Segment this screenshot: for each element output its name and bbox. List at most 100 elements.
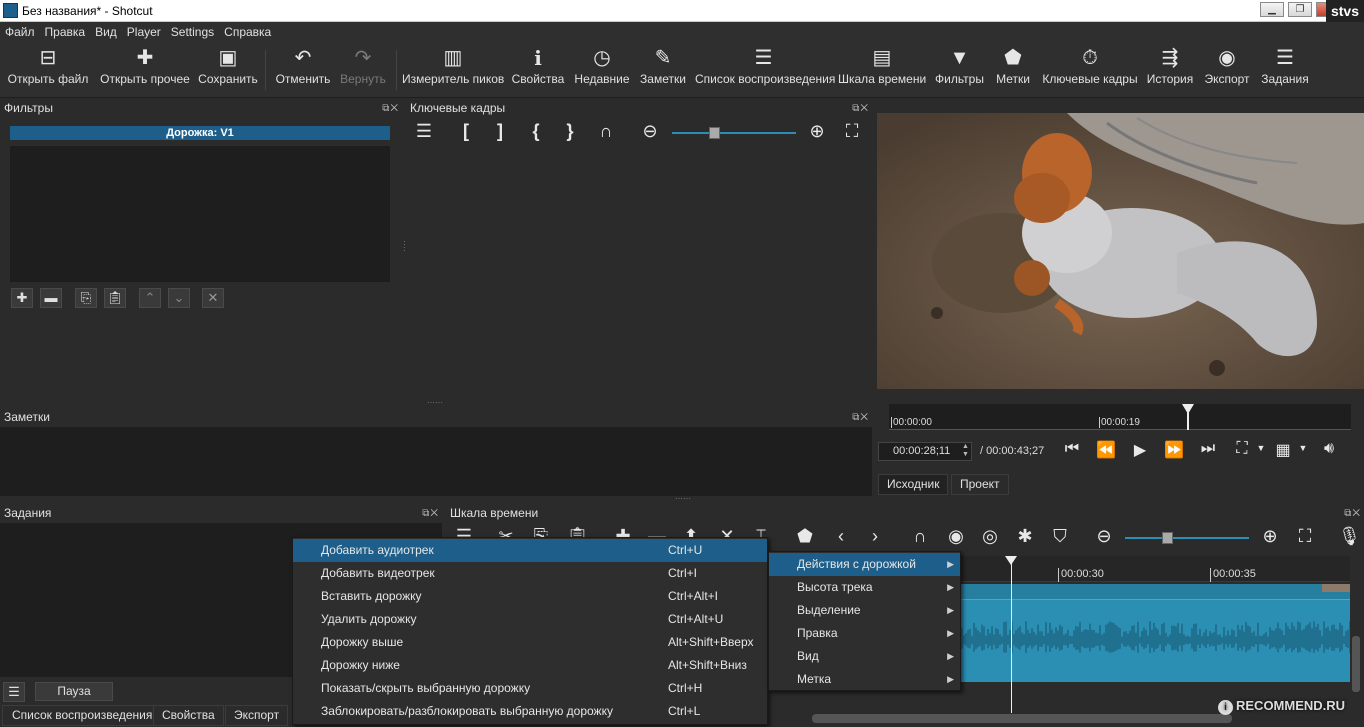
- timeline-button[interactable]: ▤ Шкала времени: [838, 42, 926, 98]
- record-audio-icon[interactable]: 🎙︎: [1338, 526, 1361, 547]
- menu-player[interactable]: Player: [122, 22, 166, 39]
- panel-float-close-icons[interactable]: ⧉✕: [852, 100, 869, 118]
- bracket-left-icon[interactable]: [: [456, 121, 476, 142]
- peak-meter-button[interactable]: ▥ Измеритель пиков: [402, 42, 504, 98]
- menu-item-add-audio-track[interactable]: Добавить аудиотрек Ctrl+U: [293, 539, 767, 562]
- menu-item-add-video-track[interactable]: Добавить видеотрек Ctrl+I: [293, 562, 767, 585]
- keyframes-zoom-handle[interactable]: [709, 127, 720, 139]
- filters-list[interactable]: [10, 146, 390, 282]
- zoom-out-icon[interactable]: ⊖: [1092, 526, 1116, 547]
- splitter-handle[interactable]: ······: [427, 399, 445, 407]
- move-down-icon[interactable]: ⌄: [168, 288, 190, 308]
- history-button[interactable]: ⇶ История: [1144, 42, 1196, 98]
- tab-project[interactable]: Проект: [951, 474, 1009, 495]
- rewind-icon[interactable]: ⏪: [1096, 440, 1116, 460]
- snap-magnet-icon[interactable]: ∩: [594, 121, 618, 142]
- remove-filter-icon[interactable]: ▬: [40, 288, 62, 308]
- fast-forward-icon[interactable]: ⏩: [1164, 440, 1184, 460]
- grid-icon[interactable]: ▦: [1272, 440, 1294, 460]
- markers-button[interactable]: ⬟ Метки: [992, 42, 1034, 98]
- ripple-icon[interactable]: ◎: [978, 526, 1002, 547]
- copy-filter-icon[interactable]: ⎘: [75, 288, 97, 308]
- submenu-track-actions[interactable]: Действия с дорожкой ▶: [769, 553, 960, 576]
- zoom-in-icon[interactable]: ⊕: [805, 121, 829, 142]
- snap-magnet-icon[interactable]: ∩: [908, 526, 932, 547]
- tab-properties[interactable]: Свойства: [153, 705, 224, 726]
- menu-view[interactable]: Вид: [90, 22, 122, 39]
- timeline-zoom-handle[interactable]: [1162, 532, 1173, 544]
- skip-previous-icon[interactable]: ⏮: [1062, 440, 1082, 458]
- next-marker-icon[interactable]: ›: [864, 526, 886, 547]
- menu-edit[interactable]: Правка: [40, 22, 91, 39]
- undo-button[interactable]: ↶ Отменить: [272, 42, 334, 98]
- ripple-all-icon[interactable]: ✱: [1013, 526, 1037, 547]
- notes-button[interactable]: ✎ Заметки: [637, 42, 689, 98]
- splitter-handle[interactable]: ······: [675, 495, 695, 503]
- keyframes-menu-icon[interactable]: ☰: [412, 121, 436, 142]
- brace-right-icon[interactable]: }: [560, 121, 580, 142]
- keyframes-button[interactable]: ⏱ Ключевые кадры: [1040, 42, 1140, 98]
- menu-help[interactable]: Справка: [219, 22, 276, 39]
- scrub-eye-icon[interactable]: ◉: [943, 526, 969, 547]
- menu-item-track-up[interactable]: Дорожку выше Alt+Shift+Вверх: [293, 631, 767, 654]
- menu-file[interactable]: Файл: [0, 22, 40, 39]
- zoom-out-icon[interactable]: ⊖: [638, 121, 662, 142]
- move-up-icon[interactable]: ⌃: [139, 288, 161, 308]
- previous-marker-icon[interactable]: ‹: [830, 526, 852, 547]
- brace-left-icon[interactable]: {: [526, 121, 546, 142]
- video-preview[interactable]: [877, 113, 1364, 389]
- volume-icon[interactable]: 🔊︎: [1316, 440, 1342, 458]
- menu-settings[interactable]: Settings: [166, 22, 219, 39]
- open-file-button[interactable]: ⊟ Открыть файл: [6, 42, 90, 98]
- panel-float-close-icons[interactable]: ⧉✕: [1344, 505, 1361, 523]
- export-button[interactable]: ◉ Экспорт: [1200, 42, 1254, 98]
- tab-playlist[interactable]: Список воспроизведения: [2, 705, 163, 726]
- timeline-zoom-slider[interactable]: [1125, 537, 1249, 539]
- panel-float-close-icons[interactable]: ⧉✕: [382, 100, 399, 118]
- minimize-button[interactable]: ▁: [1260, 2, 1284, 17]
- menu-item-remove-track[interactable]: Удалить дорожку Ctrl+Alt+U: [293, 608, 767, 631]
- jobs-menu-icon[interactable]: ☰: [3, 682, 25, 702]
- player-ruler[interactable]: 00:00:00 00:00:19: [889, 404, 1351, 430]
- submenu-track-height[interactable]: Высота трека ▶: [769, 576, 960, 599]
- panel-float-close-icons[interactable]: ⧉✕: [422, 505, 439, 523]
- notes-text-area[interactable]: [0, 427, 872, 496]
- save-button[interactable]: ▣ Сохранить: [196, 42, 260, 98]
- current-time-field[interactable]: 00:00:28;11: [878, 442, 972, 461]
- chevron-down-icon[interactable]: ▼: [1298, 443, 1308, 453]
- deselect-filter-icon[interactable]: ✕: [202, 288, 224, 308]
- menu-item-insert-track[interactable]: Вставить дорожку Ctrl+Alt+I: [293, 585, 767, 608]
- chevron-down-icon[interactable]: ▼: [1256, 443, 1266, 453]
- timeline-ruler[interactable]: 00:00:30 00:00:35: [960, 556, 1350, 582]
- submenu-view[interactable]: Вид ▶: [769, 645, 960, 668]
- pause-button[interactable]: Пауза: [35, 682, 113, 701]
- playlist-button[interactable]: ☰ Список воспроизведения: [695, 42, 835, 98]
- properties-button[interactable]: i Свойства: [508, 42, 568, 98]
- maximize-button[interactable]: ❐: [1288, 2, 1312, 17]
- tab-export[interactable]: Экспорт: [225, 705, 289, 726]
- zoom-in-icon[interactable]: ⊕: [1258, 526, 1282, 547]
- skip-next-icon[interactable]: ⏭: [1198, 440, 1218, 458]
- zoom-view-icon[interactable]: ⛶: [1231, 440, 1253, 458]
- add-filter-icon[interactable]: ✚: [11, 288, 33, 308]
- submenu-edit[interactable]: Правка ▶: [769, 622, 960, 645]
- splitter-handle[interactable]: · · · ·: [403, 238, 407, 258]
- paste-filter-icon[interactable]: 📋︎: [104, 288, 126, 308]
- submenu-selection[interactable]: Выделение ▶: [769, 599, 960, 622]
- menu-item-track-down[interactable]: Дорожку ниже Alt+Shift+Вниз: [293, 654, 767, 677]
- zoom-fit-icon[interactable]: ⛶: [840, 121, 864, 142]
- timeline-horizontal-scrollbar[interactable]: [812, 714, 1232, 723]
- marker-icon[interactable]: ⬟: [794, 526, 816, 547]
- panel-float-close-icons[interactable]: ⧉✕: [852, 409, 869, 427]
- bracket-right-icon[interactable]: ]: [490, 121, 510, 142]
- recent-button[interactable]: ◷ Недавние: [572, 42, 632, 98]
- menu-item-toggle-track-lock[interactable]: Заблокировать/разблокировать выбранную д…: [293, 700, 767, 723]
- menu-item-toggle-track-hidden[interactable]: Показать/скрыть выбранную дорожку Ctrl+H: [293, 677, 767, 700]
- redo-button[interactable]: ↷ Вернуть: [337, 42, 389, 98]
- time-spin-icon[interactable]: ▲ ▼: [962, 443, 972, 460]
- timeline-vertical-scrollbar[interactable]: [1352, 636, 1360, 692]
- play-icon[interactable]: ▶: [1130, 440, 1150, 460]
- tab-source[interactable]: Исходник: [878, 474, 949, 495]
- zoom-fit-icon[interactable]: ⛶: [1293, 526, 1317, 547]
- audio-clip[interactable]: [960, 584, 1350, 682]
